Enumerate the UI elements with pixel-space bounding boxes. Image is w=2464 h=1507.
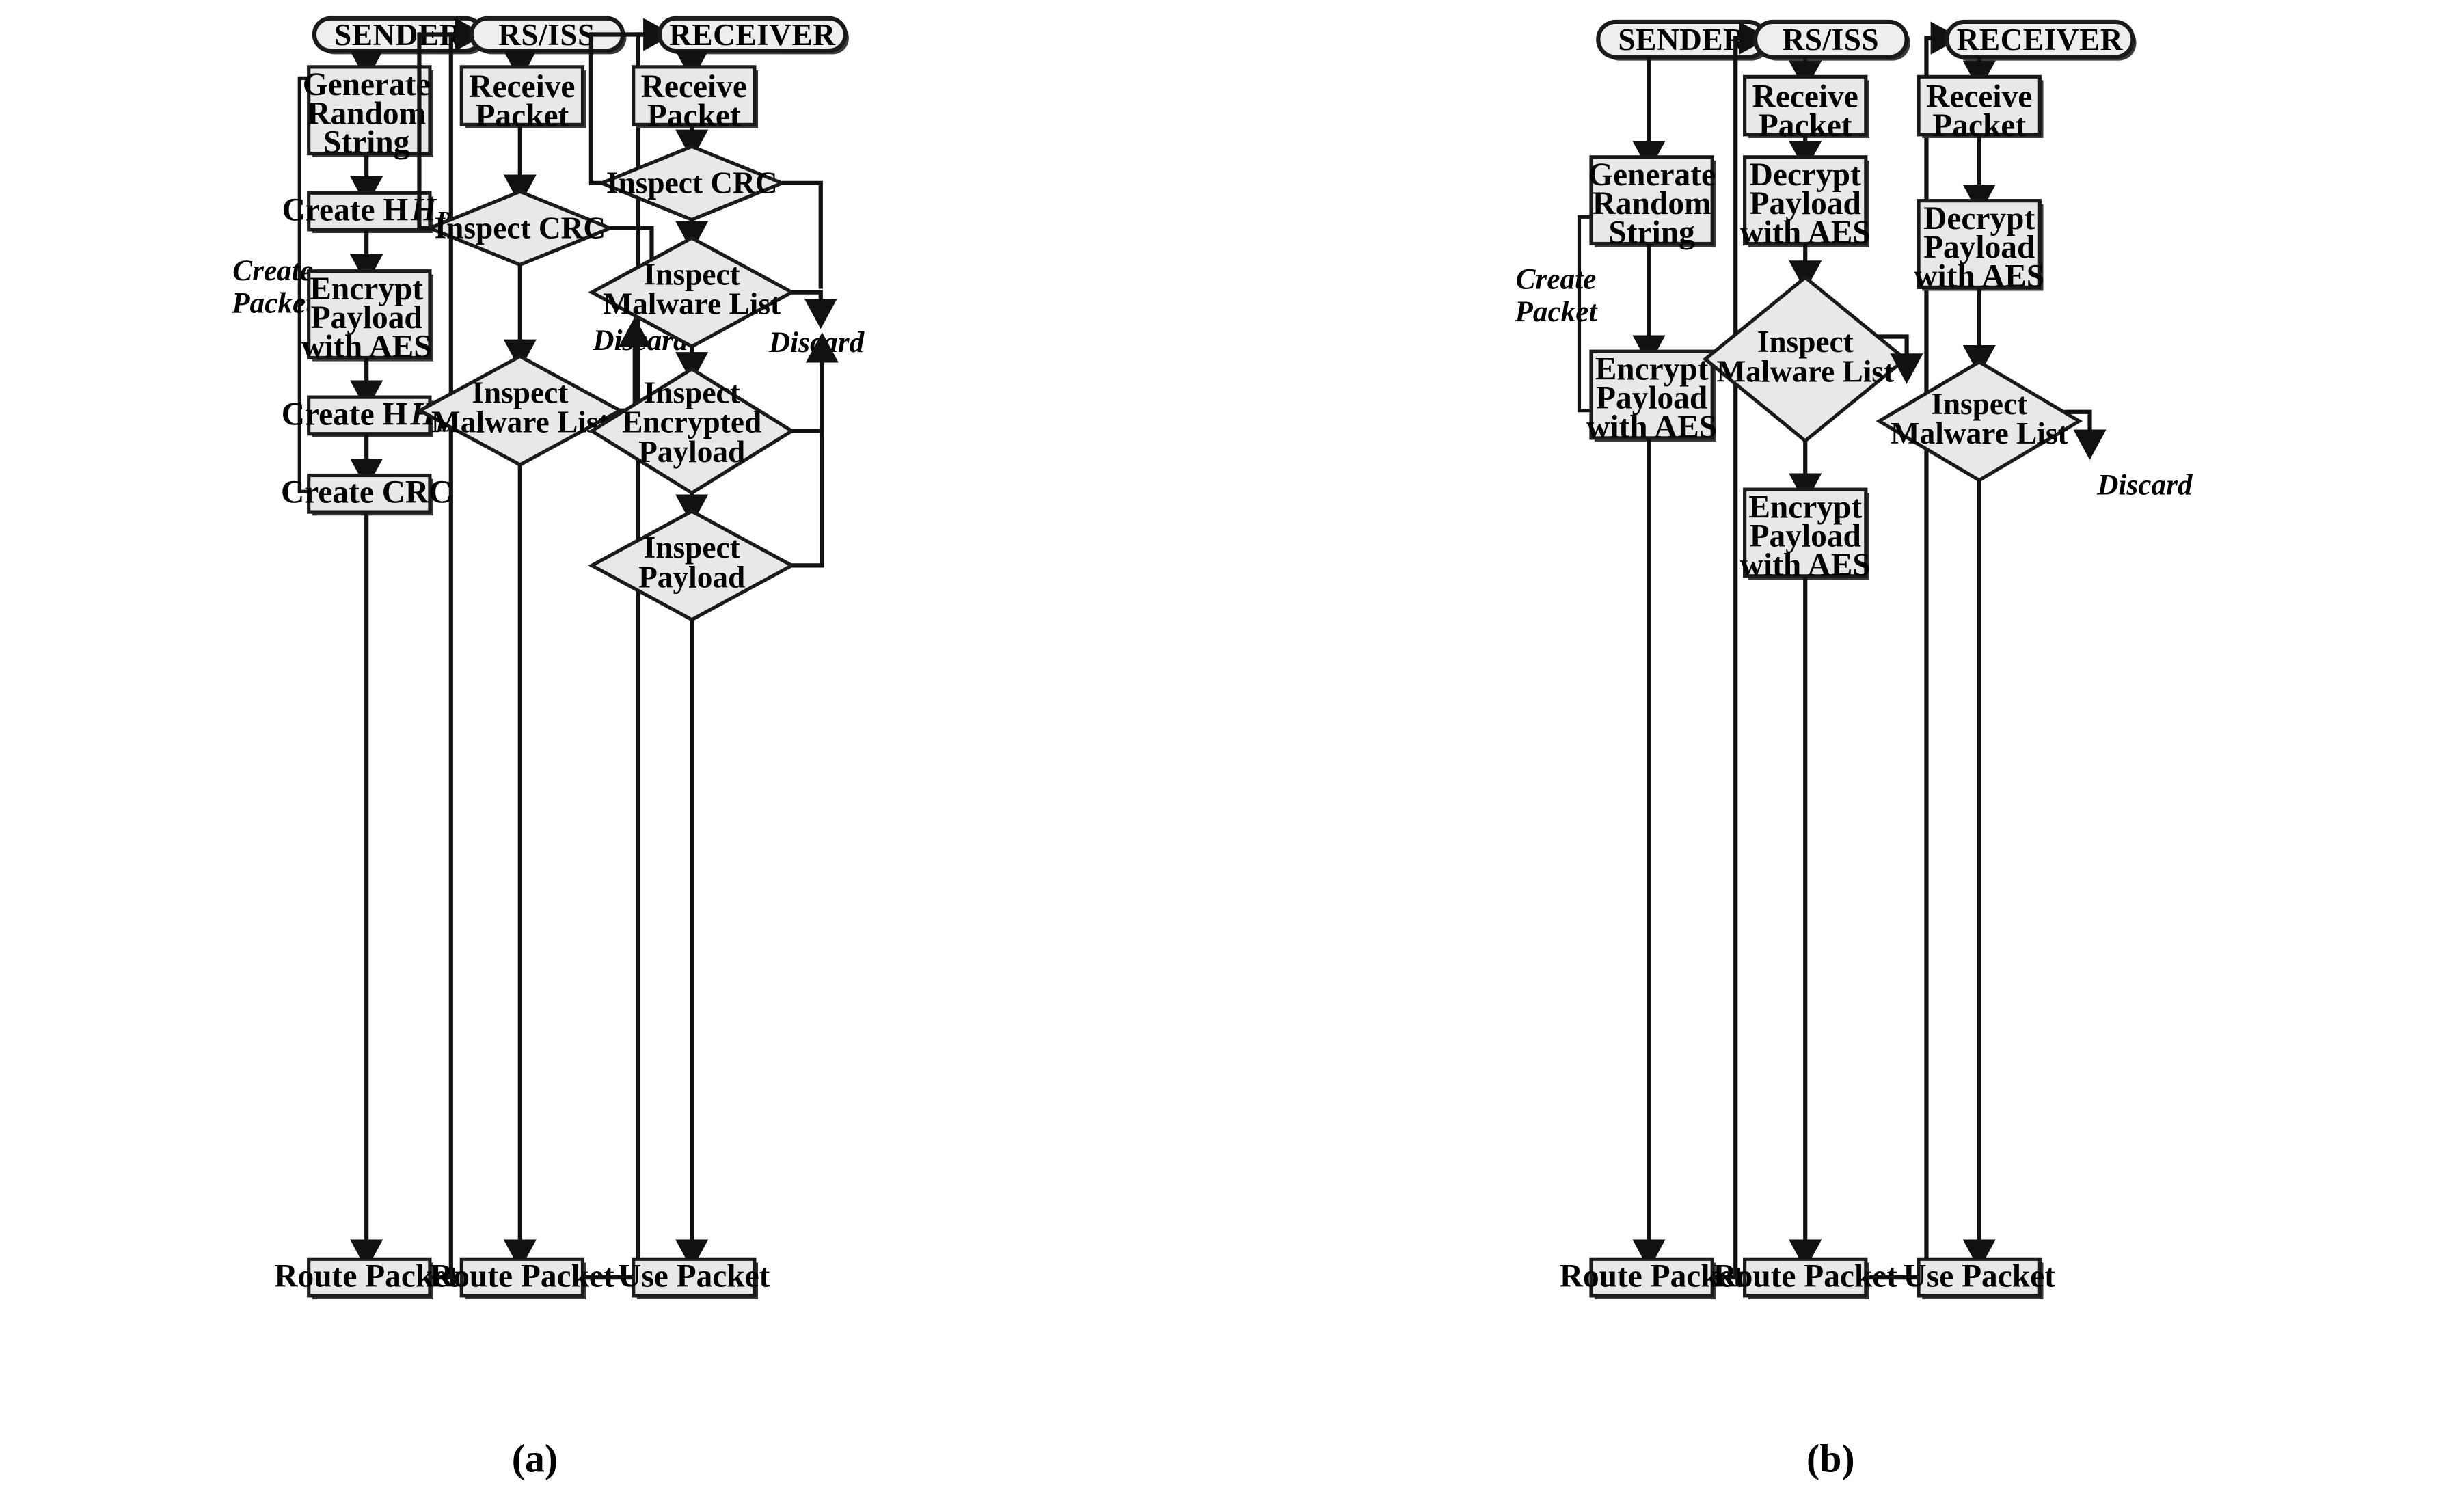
node-b-rsiss-inspect-malware-list-l2: Malware List [1716, 354, 1894, 388]
terminal-b-sender-label: SENDER [1618, 23, 1746, 57]
discard-label-a-receiver-top: Discard [768, 326, 865, 359]
node-a-receiver-receive-packet-l2: Packet [647, 98, 741, 133]
svg-text:Create HHE: Create HHE [282, 396, 452, 437]
edge-a-receiver-crc-discard [782, 180, 823, 289]
edge-a-receiver-payload-discard [791, 332, 839, 568]
terminal-b-receiver-label: RECEIVER [1957, 23, 2124, 57]
lane-a-receiver: RECEIVER Receive Packet Inspect CRC Insp… [588, 16, 865, 1300]
lane-b-sender: Create Packet SENDER Generate Random Str… [1514, 19, 1770, 1300]
node-b-encrypt-payload-aes-l3: with AES [1586, 409, 1717, 445]
node-a-create-he-text: Create H [282, 396, 408, 432]
node-b-receiver-inspect-malware-list-l2: Malware List [1891, 416, 2068, 450]
node-a-receiver-use-packet-label: Use Packet [618, 1258, 770, 1294]
caption-b: (b) [1806, 1437, 1855, 1480]
node-a-rsiss-receive-packet-l2: Packet [475, 98, 569, 133]
caption-a: (a) [512, 1437, 558, 1480]
terminal-b-rsiss-label: RS/ISS [1782, 23, 1879, 57]
figure-canvas: Create Packet SENDER Generate Random Str… [0, 0, 2464, 1507]
node-a-rsiss-inspect-malware-list-l2: Malware List [431, 405, 609, 439]
edge-a-receiver-malware-discard [791, 290, 837, 329]
terminal-a-receiver-label: RECEIVER [669, 18, 836, 52]
node-a-receiver-inspect-encrypted-payload-l3: Payload [638, 435, 745, 469]
node-b-receiver-use-packet-label: Use Packet [1904, 1258, 2056, 1294]
node-b-generate-random-string-l3: String [1608, 215, 1695, 250]
create-packet-label-b-line2: Packet [1514, 295, 1598, 328]
terminal-a-rsiss-label: RS/ISS [498, 18, 595, 52]
node-a-create-hp-text: Create H [282, 193, 409, 228]
node-a-receiver-inspect-malware-list-l2: Malware List [603, 287, 781, 321]
node-a-receiver-inspect-payload-l2: Payload [638, 560, 745, 594]
edge-a-receiver-enc-discard [791, 363, 824, 433]
discard-label-b-receiver: Discard [2096, 468, 2193, 501]
create-packet-label-a-line1: Create [232, 254, 313, 287]
lane-a-sender: Create Packet SENDER Generate Random Str… [231, 16, 486, 1300]
create-packet-label-b-line1: Create [1516, 262, 1597, 295]
lane-a-rsiss: RS/ISS Receive Packet Inspect CRC Discar… [416, 16, 689, 1300]
node-a-rsiss-inspect-crc-label: Inspect CRC [435, 211, 606, 245]
flowchart-svg: Create Packet SENDER Generate Random Str… [231, 16, 2193, 1480]
node-a-receiver-inspect-crc-label: Inspect CRC [606, 165, 778, 200]
node-a-create-crc-label: Create CRC [281, 475, 452, 511]
create-packet-label-a-line2: Packet [231, 286, 315, 319]
